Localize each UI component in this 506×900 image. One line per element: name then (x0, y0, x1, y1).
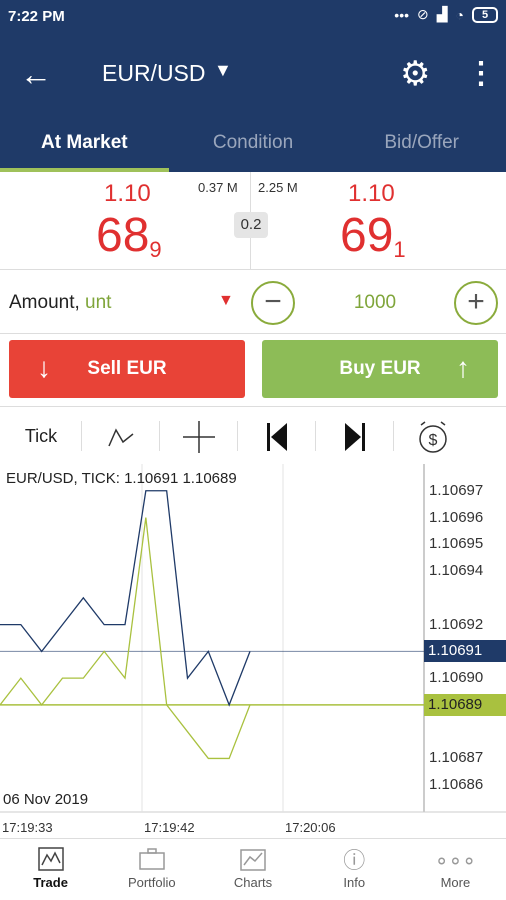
price-alert-icon[interactable]: $ (394, 407, 472, 465)
info-icon: ⓘ (343, 848, 366, 873)
nav-info-label: Info (343, 875, 366, 890)
ask-price-prefix: 1.10 (348, 180, 395, 207)
nav-charts[interactable]: Charts (202, 839, 303, 900)
crosshair-icon[interactable] (160, 407, 238, 465)
status-time: 7:22 PM (8, 8, 65, 25)
ask-price-pip: 1 (393, 237, 406, 262)
chart-date: 06 Nov 2019 (3, 791, 89, 808)
instrument-dropdown-icon[interactable]: ▼ (214, 60, 232, 81)
ask-volume: 2.25 M (258, 180, 298, 195)
back-arrow-icon[interactable]: ← (20, 54, 60, 94)
amount-input[interactable]: 1000 (300, 292, 450, 314)
tab-at-market[interactable]: At Market (0, 116, 169, 172)
amount-unit-dropdown-icon[interactable]: ▼ (218, 292, 234, 310)
status-bar: 7:22 PM ••• ⊘ ▟ ◔ 5 (0, 0, 506, 34)
current-ask-flag: 1.10689 (424, 693, 506, 716)
y-tick-label: 1.10686 (429, 776, 484, 794)
tab-bid-offer[interactable]: Bid/Offer (337, 116, 506, 172)
y-tick-label: 1.10696 (429, 508, 484, 526)
battery-icon: 5 (472, 6, 498, 23)
nav-trade[interactable]: Trade (0, 839, 101, 900)
bid-volume: 0.37 M (198, 180, 238, 195)
y-tick-label: 1.10694 (429, 562, 484, 580)
mute-icon: ⊘ (417, 6, 429, 22)
chart-header: EUR/USD, TICK: 1.10691 1.10689 (6, 470, 237, 487)
skip-to-end-icon[interactable] (316, 407, 394, 465)
tick-interval-label: Tick (24, 426, 58, 446)
line-chart-icon[interactable] (82, 407, 160, 465)
bid-price[interactable]: 689 (96, 208, 162, 263)
trade-icon (0, 847, 101, 875)
bottom-navigation: Trade Portfolio Charts ⓘ Info ∘∘∘ More (0, 838, 506, 900)
nav-trade-label: Trade (33, 875, 68, 890)
portfolio-icon (101, 847, 202, 875)
bid-price-prefix: 1.10 (104, 180, 151, 207)
charts-icon (202, 847, 303, 875)
y-tick-label: 1.10690 (429, 669, 484, 687)
decrease-amount-button[interactable]: − (251, 281, 295, 325)
amount-row: Amount, unt ▼ − 1000 + (0, 270, 506, 334)
nav-portfolio[interactable]: Portfolio (101, 839, 202, 900)
y-tick-label: 1.10695 (429, 535, 484, 553)
x-tick-label: 17:20:06 (285, 820, 336, 835)
skip-to-start-icon[interactable] (238, 407, 316, 465)
nav-portfolio-label: Portfolio (127, 875, 176, 890)
buy-button[interactable]: Buy EUR ↑ (262, 340, 498, 398)
status-icons: ••• ⊘ ▟ ◔ 5 (394, 6, 498, 23)
amount-label[interactable]: Amount, unt (9, 292, 111, 314)
nav-info[interactable]: ⓘ Info (304, 839, 405, 900)
bid-series-line (0, 490, 251, 707)
instrument-title[interactable]: EUR/USD (102, 60, 206, 87)
svg-text:$: $ (429, 432, 438, 449)
price-chart[interactable]: EUR/USD, TICK: 1.10691 1.10689 1.10697 1.… (0, 464, 506, 838)
amount-label-text: Amount, (9, 292, 80, 313)
ask-series-line (0, 517, 251, 760)
up-arrow-icon: ↑ (456, 352, 470, 383)
current-bid-flag: 1.10691 (424, 640, 506, 663)
tick-interval-button[interactable]: Tick (0, 407, 82, 465)
chart-toolbar: Tick $ (0, 406, 506, 464)
x-tick-label: 17:19:33 (2, 820, 53, 835)
order-type-tabs: At Market Condition Bid/Offer (0, 116, 506, 172)
nav-more[interactable]: ∘∘∘ More (405, 839, 506, 900)
tab-condition[interactable]: Condition (169, 116, 338, 172)
ask-price[interactable]: 691 (340, 208, 406, 263)
ask-price-big: 69 (340, 209, 394, 262)
y-tick-label: 1.10687 (429, 749, 484, 767)
nav-charts-label: Charts (233, 875, 273, 890)
overflow-menu-icon[interactable]: ⋮ (466, 54, 496, 94)
bid-price-pip: 9 (149, 237, 162, 262)
x-tick-label: 17:19:42 (144, 820, 195, 835)
wifi-icon: ◔ (455, 6, 464, 23)
more-icon: ∘∘∘ (434, 848, 477, 873)
settings-gear-icon[interactable]: ⚙ (400, 54, 430, 94)
sell-button[interactable]: ↓ Sell EUR (9, 340, 245, 398)
amount-unit: unt (85, 292, 112, 313)
y-tick-label: 1.10697 (429, 481, 484, 499)
bid-price-big: 68 (96, 209, 150, 262)
app-bar: ← EUR/USD ▼ ⚙ ⋮ (0, 34, 506, 116)
sell-button-label: Sell EUR (87, 358, 167, 379)
nav-more-label: More (440, 875, 471, 890)
spread-badge: 0.2 (234, 212, 268, 238)
notification-dots-icon: ••• (394, 6, 410, 23)
increase-amount-button[interactable]: + (454, 281, 498, 325)
signal-icon: ▟ (436, 6, 448, 22)
y-tick-label: 1.10692 (429, 615, 484, 633)
